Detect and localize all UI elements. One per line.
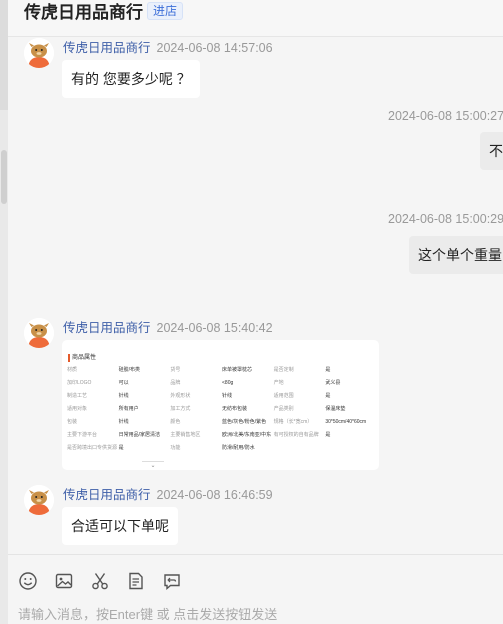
attribute-value: 保温床垫 [325,406,346,412]
attribute-grid: 材质 硅胶/布类 货号 床单被罩枕芯 是否定制是加印LOGO 可以 品牌 <80g 产地 武义县制… [67,366,377,452]
sender-name: 传虎日用品商行 [63,41,151,55]
attribute-key: 适用对象 [67,406,88,412]
attribute-value: 可以 [118,380,129,386]
attribute-value: 所有用户 [118,406,139,412]
attribute-value: 防滑/耐用/防水 [222,445,255,451]
attribute-value: 武义县 [325,380,341,386]
shop-avatar [24,38,54,68]
message-bubble: 有的 您要多少呢 ？ [62,60,200,98]
image-icon[interactable] [54,571,74,591]
attribute-key: 主要下游平台 [67,432,98,438]
message-meta: 传虎日用品商行 2024-06-08 16:46:59 [63,484,273,503]
attribute-value: 日常用品/家居清洁 [118,432,161,438]
message-meta: 传虎日用品商行 2024-06-08 14:57:06 [63,37,273,56]
attribute-value: <80g [222,380,234,386]
attribute-value: 欧洲/北美/东南亚/中东 [222,432,272,438]
tiger-avatar-icon [24,485,54,515]
attribute-value: 是 [118,445,124,451]
attribute-key: 货号 [170,367,181,373]
attribute-key: 有可授权的自有品牌 [273,432,319,438]
message-meta: 传虎日用品商行 2024-06-08 15:40:42 [63,317,273,336]
attribute-key: 是否定制 [273,367,294,373]
message-time: 2024-06-08 15:40:42 [156,321,273,335]
order-icon[interactable] [126,571,146,591]
composer-toolbar [18,571,182,591]
message-bubble: 合适可以下单呢 [62,507,178,545]
attribute-key: 制造工艺 [67,393,88,399]
attribute-value [325,444,377,452]
product-attributes-card[interactable]: 商品属性 材质 硅胶/布类 货号 床单被罩枕芯 是否定制是加印LOGO 可以 品牌 <80g 产… [62,340,379,470]
message-list[interactable]: 传虎日用品商行 2024-06-08 14:57:06 有的 您要多少呢 ？ 20… [8,36,503,554]
attribute-value: 针线 [118,419,129,425]
attribute-value: 针线 [222,393,233,399]
attribute-key: 加工方式 [170,406,191,412]
attribute-key: 包装 [67,419,78,425]
scrollbar-thumb[interactable] [1,150,7,204]
attribute-key: 产品类别 [273,406,294,412]
attribute-value: 针线 [118,393,129,399]
sender-name: 传虎日用品商行 [63,488,151,502]
rail-top-panel [0,0,8,110]
attribute-key: 加印LOGO [67,380,92,386]
composer-divider [8,554,503,555]
sender-name: 传虎日用品商行 [63,321,151,335]
tiger-avatar-icon [24,38,54,68]
message-time: 2024-06-08 15:00:27 [388,109,503,123]
history-icon[interactable] [162,571,182,591]
attribute-key: 产地 [273,380,284,386]
shop-title: 传虎日用品商行 [24,3,143,22]
attribute-key: 规格（长*宽cm） [273,419,313,425]
attribute-value: 是 [325,393,331,399]
attribute-value: 硅胶/布类 [118,367,141,373]
attribute-key: 是否跨境出口专供货源 [67,445,118,451]
card-title: 商品属性 [68,354,96,362]
attribute-key: 材质 [67,367,78,373]
attribute-value: 是 [325,367,331,373]
message-input[interactable] [18,604,493,624]
attribute-key: 颜色 [170,419,181,425]
attribute-key [274,444,326,452]
attribute-value: 无纺布包装 [222,406,248,412]
attribute-key: 适用范围 [273,393,294,399]
shop-avatar [24,318,54,348]
expand-more-button[interactable]: ⌄ [142,461,164,470]
attribute-value: 30*50cm/40*60cm [325,419,367,425]
attribute-key: 品牌 [170,380,181,386]
attribute-value: 床单被罩枕芯 [222,367,253,373]
emoji-icon[interactable] [18,571,38,591]
attribute-value: 是 [325,432,331,438]
message-time: 2024-06-08 14:57:06 [156,41,273,55]
chat-header: 传虎日用品商行 进店 [8,0,503,37]
shop-avatar [24,485,54,515]
left-rail [0,0,8,624]
message-time: 2024-06-08 15:00:29 [388,212,503,226]
message-bubble-self: 不 [480,132,503,170]
attribute-key: 主要销售地区 [170,432,201,438]
enter-store-button[interactable]: 进店 [147,2,184,20]
attribute-key: 功能 [170,445,181,451]
scissors-icon[interactable] [90,571,110,591]
message-bubble-self: 这个单个重量 [409,236,503,274]
attribute-key: 外观形状 [170,393,191,399]
attribute-value: 蓝色/灰色/粉色/紫色 [222,419,267,425]
tiger-avatar-icon [24,318,54,348]
message-time: 2024-06-08 16:46:59 [156,488,273,502]
